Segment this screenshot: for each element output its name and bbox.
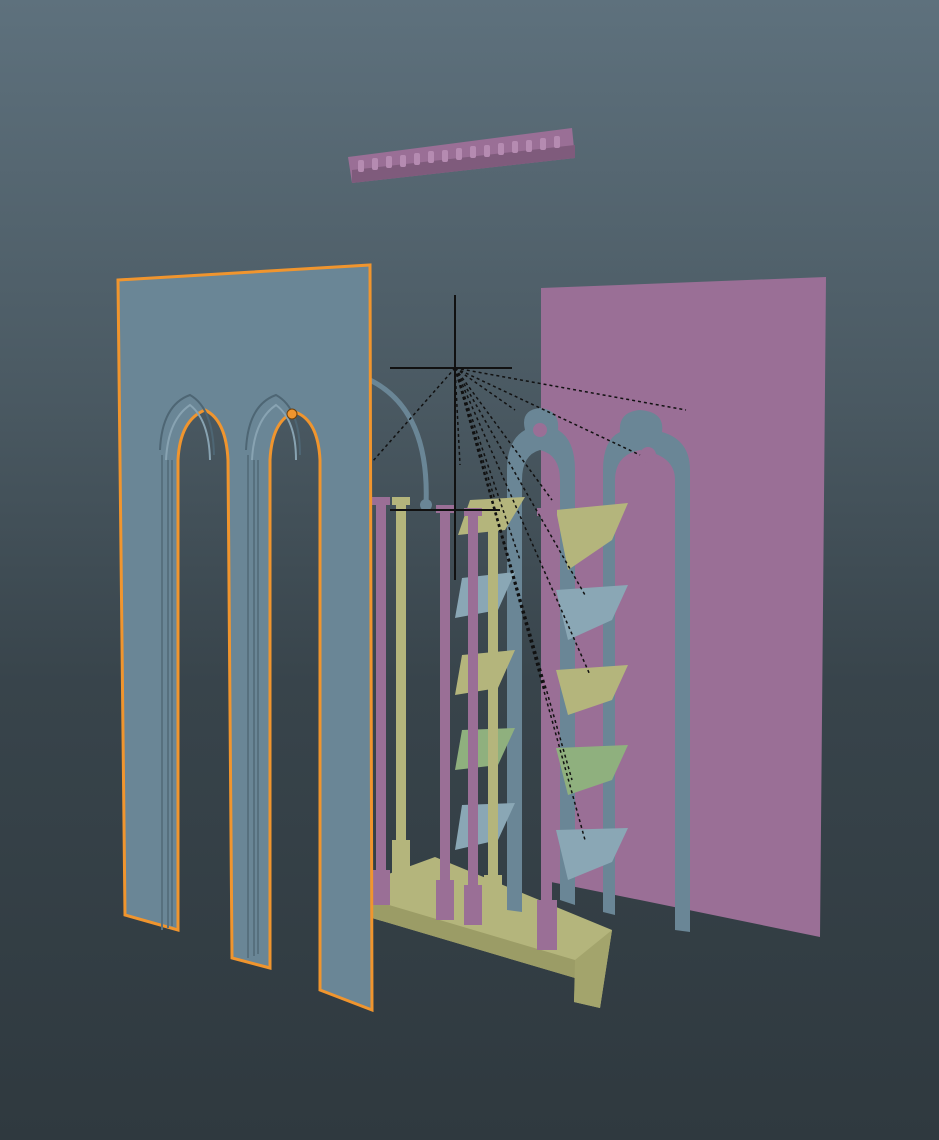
rotation-arc-gizmo[interactable] — [368, 377, 429, 506]
cornice-trim[interactable] — [348, 128, 575, 183]
scene-canvas[interactable] — [0, 0, 939, 1140]
front-arched-wall-panel[interactable] — [116, 263, 374, 1013]
vertex-handle-icon[interactable] — [286, 408, 298, 420]
3d-viewport[interactable] — [0, 0, 939, 1140]
